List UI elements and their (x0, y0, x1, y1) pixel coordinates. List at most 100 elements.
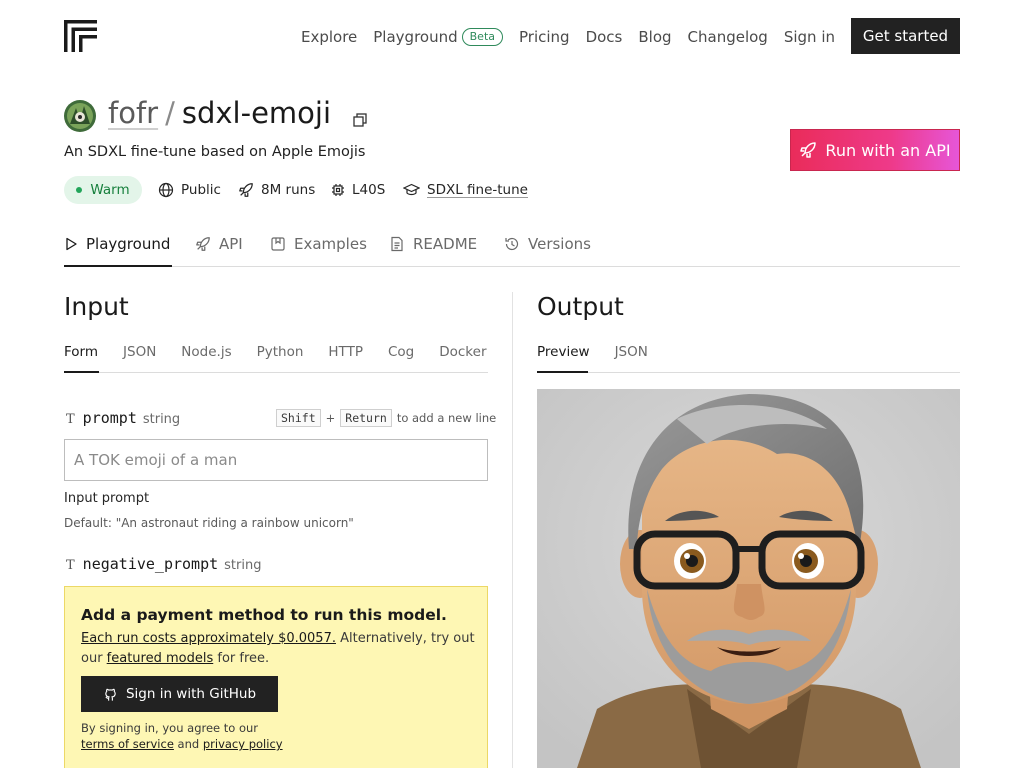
run-with-api-button[interactable]: Run with an API (790, 129, 960, 171)
param-prompt-name: prompt (82, 409, 137, 427)
prompt-default: Default: "An astronaut riding a rainbow … (64, 516, 354, 530)
nav-explore[interactable]: Explore (301, 28, 357, 46)
input-tabs-divider (64, 372, 488, 373)
input-tab-http[interactable]: HTTP (328, 344, 363, 370)
tab-playground-label: Playground (86, 235, 171, 253)
input-tab-python[interactable]: Python (257, 344, 304, 370)
title-separator: / (165, 96, 175, 130)
return-key: Return (340, 409, 392, 427)
document-icon (391, 236, 403, 252)
tab-playground[interactable]: Playground (64, 233, 170, 255)
input-tab-nodejs[interactable]: Node.js (181, 344, 231, 370)
hint-plus: + (325, 411, 336, 425)
input-title: Input (64, 292, 129, 321)
rocket-icon (800, 142, 817, 158)
input-format-tabs: Form JSON Node.js Python HTTP Cog Docker (64, 344, 512, 370)
input-tab-cog[interactable]: Cog (388, 344, 414, 370)
param-prompt-type: string (142, 412, 181, 427)
tab-readme[interactable]: README (389, 233, 477, 255)
nav-playground-label: Playground (373, 28, 458, 46)
output-tab-preview[interactable]: Preview (537, 344, 590, 370)
nav-blog[interactable]: Blog (638, 28, 671, 46)
input-active-tab-indicator (64, 371, 99, 373)
nav-playground[interactable]: Playground Beta (373, 28, 503, 46)
sign-in-github-button[interactable]: Sign in with GitHub (81, 676, 278, 712)
output-title: Output (537, 292, 624, 321)
runs-label: 8M runs (261, 182, 316, 198)
nav-docs[interactable]: Docs (586, 28, 623, 46)
visibility-meta: Public (158, 176, 221, 204)
run-with-api-label: Run with an API (825, 140, 951, 160)
status-dot-icon (76, 187, 83, 193)
tab-api-label: API (219, 235, 243, 253)
terms-text: By signing in, you agree to our terms of… (81, 720, 381, 752)
prompt-input[interactable] (64, 439, 488, 481)
output-active-tab-indicator (537, 371, 588, 373)
owner-avatar[interactable] (64, 100, 96, 132)
payment-title: Add a payment method to run this model. (81, 606, 447, 624)
input-tab-form[interactable]: Form (64, 344, 98, 370)
newline-hint: Shift + Return to add a new line (276, 409, 496, 427)
chip-icon (332, 184, 344, 196)
status-label: Warm (90, 182, 130, 198)
replicate-logo[interactable] (64, 20, 97, 52)
hardware-label: L40S (352, 182, 386, 198)
runs-meta: 8M runs (238, 176, 315, 204)
terms-prefix: By signing in, you agree to our (81, 721, 259, 735)
privacy-policy-link[interactable]: privacy policy (203, 737, 283, 751)
string-type-icon: T (66, 412, 75, 427)
prompt-label: Input prompt (64, 491, 150, 506)
model-name: sdxl-emoji (181, 96, 332, 130)
nav-pricing[interactable]: Pricing (519, 28, 570, 46)
param-negative-prompt-type: string (224, 558, 262, 573)
copy-icon[interactable] (353, 113, 367, 127)
base-model-link[interactable]: SDXL fine-tune (427, 182, 528, 198)
payment-text-part2: for free. (213, 651, 270, 666)
param-negative-prompt-name: negative_prompt (82, 555, 219, 573)
status-badge: Warm (64, 176, 142, 204)
nav-changelog[interactable]: Changelog (688, 28, 768, 46)
featured-models-link[interactable]: featured models (107, 651, 214, 666)
tab-versions-label: Versions (528, 235, 591, 253)
model-owner-link[interactable]: fofr (108, 96, 158, 130)
globe-icon (158, 182, 174, 198)
active-tab-indicator (64, 265, 172, 267)
tab-api[interactable]: API (195, 233, 243, 255)
hint-text: to add a new line (396, 411, 497, 425)
model-description: An SDXL fine-tune based on Apple Emojis (64, 144, 366, 160)
bookmark-icon (271, 237, 285, 251)
shift-key: Shift (276, 409, 321, 427)
hardware-meta: L40S (331, 176, 385, 204)
visibility-label: Public (181, 182, 221, 198)
output-tab-json[interactable]: JSON (615, 344, 648, 370)
string-type-icon: T (66, 558, 75, 573)
tab-examples-label: Examples (294, 235, 367, 253)
get-started-button[interactable]: Get started (851, 18, 960, 54)
tab-versions[interactable]: Versions (504, 233, 591, 255)
sign-in-github-label: Sign in with GitHub (125, 686, 257, 702)
output-format-tabs: Preview JSON (537, 344, 673, 370)
graduation-cap-icon (403, 183, 420, 196)
rocket-icon (239, 183, 253, 197)
param-prompt-header: T prompt string (66, 409, 180, 427)
input-tab-json[interactable]: JSON (123, 344, 156, 370)
output-preview-image[interactable] (537, 389, 960, 768)
column-divider (512, 292, 513, 768)
cost-link[interactable]: Each run costs approximately $0.0057. (81, 631, 336, 646)
github-icon (105, 688, 116, 701)
input-tab-docker[interactable]: Docker (439, 344, 486, 370)
terms-of-service-link[interactable]: terms of service (81, 737, 174, 751)
nav-sign-in[interactable]: Sign in (784, 28, 835, 46)
rocket-icon (196, 237, 210, 251)
tab-examples[interactable]: Examples (270, 233, 367, 255)
param-negative-prompt-header: T negative_prompt string (66, 555, 261, 573)
payment-text: Each run costs approximately $0.0057. Al… (81, 629, 476, 669)
tab-readme-label: README (413, 235, 478, 253)
top-nav: Explore Playground Beta Pricing Docs Blo… (285, 26, 835, 48)
history-icon (505, 237, 519, 251)
model-title: fofr / sdxl-emoji (108, 96, 331, 130)
emoji-man-illustration (537, 389, 960, 768)
beta-badge: Beta (461, 28, 503, 46)
base-model-meta: SDXL fine-tune (403, 176, 528, 204)
terms-and: and (173, 737, 203, 751)
